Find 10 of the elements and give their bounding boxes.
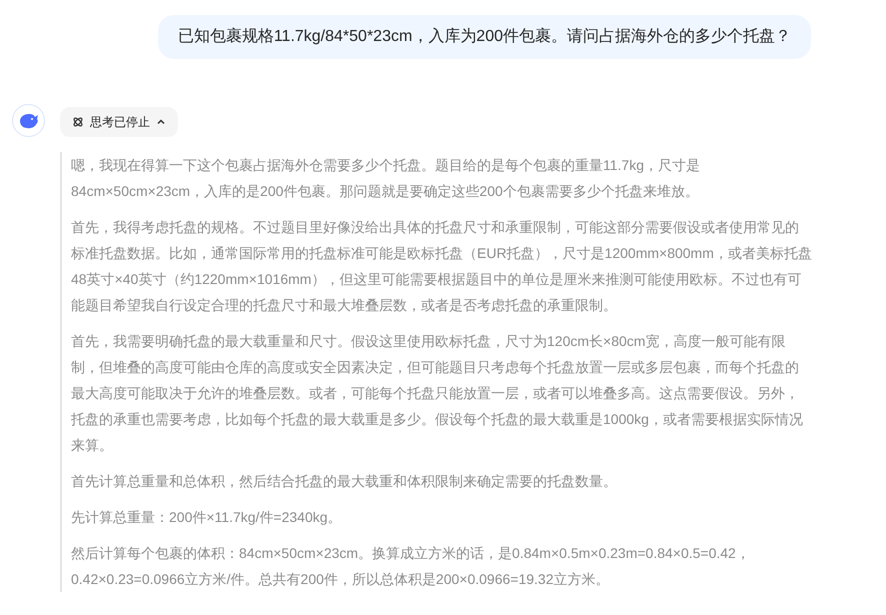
thinking-paragraph: 首先，我得考虑托盘的规格。不过题目里好像没给出具体的托盘尺寸和承重限制，可能这部分需要假设或者使用常见的标准托盘数据。比如，通常国际常用的托盘标准可能是欧标托盘（EUR托盘），尺寸是1200mm×800mm，或者美标托盘48英寸×40英寸（约1220mm×1016mm），但这里可能需要根据题目中的单位是厘米来推测可能使用欧标。不过也有可能题目希望我自行设定合理的托盘尺寸和最大堆叠层数，或者是否考虑托盘的承重限制。: [71, 218, 812, 315]
user-message: 已知包裹规格11.7kg/84*50*23cm，入库为200件包裹。请问占据海外仓的多少个托盘？: [158, 15, 811, 59]
thinking-toggle[interactable]: 思考已停止: [60, 107, 178, 137]
thinking-paragraph: 首先，我需要明确托盘的最大载重量和尺寸。假设这里使用欧标托盘，尺寸为120cm长×80cm宽，高度一般可能有限制，但堆叠的高度可能由仓库的高度或安全因素决定，但可能题目只考虑每个托盘放置一层或多层包裹，而每个托盘的最大高度可能取决于允许的堆叠层数。或者，可能每个托盘只能放置一层，或者可以堆叠多高。这点需要假设。另外，托盘的承重也需要考虑，比如每个托盘的最大载重是多少。假设每个托盘的最大载重是1000kg，或者需要根据实际情况来算。: [71, 332, 804, 455]
assistant-avatar-icon: [12, 104, 45, 137]
thinking-paragraph: 先计算总重量：200件×11.7kg/件=2340kg。: [71, 508, 343, 527]
thinking-paragraph: 然后计算每个包裹的体积：84cm×50cm×23cm。换算成立方米的话，是0.84m×0.5m×0.23m=0.84×0.5=0.42，0.42×0.23=0.0966立方米/件。总共有200件，所以总体积是200×0.0966=19.32立方米。: [71, 544, 751, 589]
atom-icon: [72, 116, 84, 128]
thinking-paragraph: 首先计算总重量和总体积，然后结合托盘的最大载重和体积限制来确定需要的托盘数量。: [71, 472, 618, 491]
thinking-paragraph: 嗯，我现在得算一下这个包裹占据海外仓需要多少个托盘。题目给的是每个包裹的重量11.7kg，尺寸是84cm×50cm×23cm，入库的是200件包裹。那问题就是要确定这些200个包裹需要多少个托盘来堆放。: [71, 156, 701, 201]
